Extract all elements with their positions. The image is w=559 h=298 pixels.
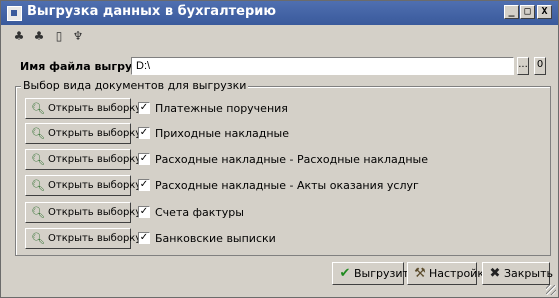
settings-icon[interactable]: ♆ <box>70 28 86 44</box>
window-title: Выгрузка данных в бухгалтерию <box>27 4 276 19</box>
settings-button[interactable]: ⚒ Настройка <box>407 262 491 285</box>
close-button[interactable]: ✖ Закрыть <box>482 262 553 285</box>
browse-button[interactable]: ... <box>517 57 529 75</box>
document-icon[interactable]: ▯ <box>51 28 67 44</box>
document-row-tax-invoices: 🔍︎ Открыть выборку ✓ Счета фактуры <box>1 202 558 224</box>
export-button[interactable]: ✔ Выгрузить <box>332 262 415 285</box>
open-selection-button[interactable]: 🔍︎ Открыть выборку <box>25 149 141 170</box>
toolbar: ♣ ♣ ▯ ♆ <box>1 25 558 47</box>
magnifier-icon: 🔍︎ <box>31 179 45 192</box>
magnifier-icon: 🔍︎ <box>31 127 45 140</box>
open-selection-button[interactable]: 🔍︎ Открыть выборку <box>25 175 141 196</box>
resize-grip[interactable] <box>546 285 556 295</box>
export-icon[interactable]: ♣ <box>11 28 27 44</box>
document-row-incoming-invoices: 🔍︎ Открыть выборку ✓ Приходные накладные <box>1 123 558 145</box>
magnifier-icon: 🔍︎ <box>31 232 45 245</box>
checkmark-icon: ✔ <box>339 266 351 281</box>
group-title: Выбор вида документов для выгрузки <box>21 79 249 92</box>
open-selection-button[interactable]: 🔍︎ Открыть выборку <box>25 228 141 249</box>
include-checkbox[interactable]: ✓ <box>138 153 150 165</box>
document-type-label: Счета фактуры <box>155 206 244 219</box>
document-type-label: Расходные накладные - Расходные накладны… <box>155 153 428 166</box>
document-type-label: Расходные накладные - Акты оказания услу… <box>155 179 419 192</box>
open-selection-button[interactable]: 🔍︎ Открыть выборку <box>25 98 141 119</box>
document-row-outgoing-invoices: 🔍︎ Открыть выборку ✓ Расходные накладные… <box>1 149 558 171</box>
include-checkbox[interactable]: ✓ <box>138 127 150 139</box>
export-dialog: Выгрузка данных в бухгалтерию _ □ X ♣ ♣ … <box>0 0 559 298</box>
document-row-service-acts: 🔍︎ Открыть выборку ✓ Расходные накладные… <box>1 175 558 197</box>
minimize-button[interactable]: _ <box>504 5 519 19</box>
import-icon[interactable]: ♣ <box>31 28 47 44</box>
include-checkbox[interactable]: ✓ <box>138 206 150 218</box>
document-type-label: Приходные накладные <box>155 127 289 140</box>
include-checkbox[interactable]: ✓ <box>138 102 150 114</box>
clear-file-button[interactable]: 0 <box>534 57 546 75</box>
include-checkbox[interactable]: ✓ <box>138 179 150 191</box>
app-icon <box>7 6 22 21</box>
open-selection-button[interactable]: 🔍︎ Открыть выборку <box>25 123 141 144</box>
title-bar[interactable]: Выгрузка данных в бухгалтерию _ □ X <box>1 1 558 25</box>
document-row-payment-orders: 🔍︎ Открыть выборку ✓ Платежные поручения <box>1 98 558 120</box>
close-window-button[interactable]: X <box>537 5 552 19</box>
magnifier-icon: 🔍︎ <box>31 153 45 166</box>
include-checkbox[interactable]: ✓ <box>138 232 150 244</box>
document-type-label: Банковские выписки <box>155 232 276 245</box>
maximize-button[interactable]: □ <box>520 5 535 19</box>
open-selection-button[interactable]: 🔍︎ Открыть выборку <box>25 202 141 223</box>
magnifier-icon: 🔍︎ <box>31 206 45 219</box>
document-type-label: Платежные поручения <box>155 102 288 115</box>
close-icon: ✖ <box>489 266 501 281</box>
document-row-bank-statements: 🔍︎ Открыть выборку ✓ Банковские выписки <box>1 228 558 250</box>
tools-icon: ⚒ <box>414 266 426 281</box>
file-name-input[interactable]: D:\ <box>131 57 514 75</box>
magnifier-icon: 🔍︎ <box>31 102 45 115</box>
